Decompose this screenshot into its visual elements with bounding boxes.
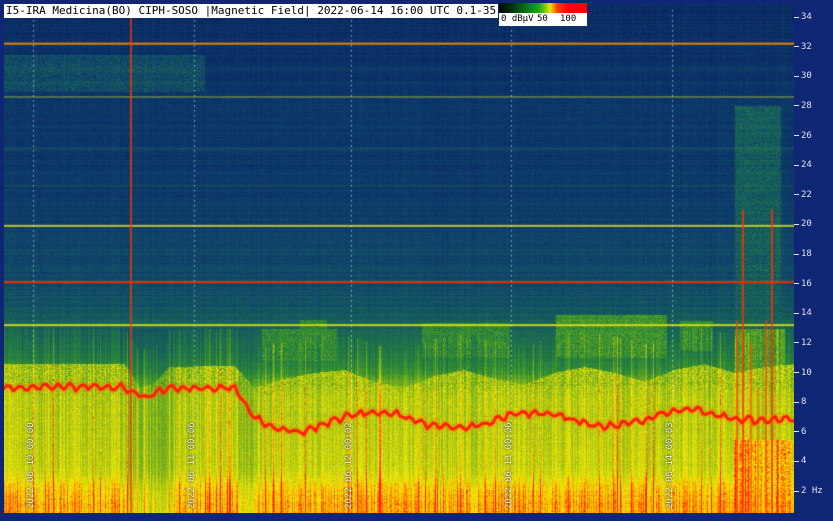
tick-mark-icon xyxy=(794,342,799,343)
tick-mark-icon xyxy=(794,105,799,106)
tick-mark-icon xyxy=(794,283,799,284)
tick-mark-icon xyxy=(794,76,799,77)
freq-tick-6: 6 xyxy=(794,427,806,437)
freq-tick-16: 16 xyxy=(794,279,812,289)
tick-mark-icon xyxy=(794,491,799,492)
freq-tick-34: 34 xyxy=(794,12,812,22)
colorbar-label-min: 0 dBµV xyxy=(501,13,534,26)
tick-mark-icon xyxy=(794,313,799,314)
freq-tick-24: 24 xyxy=(794,160,812,170)
spectrogram-page: 2022-06-10 00:002022-06-11 00:062022-06-… xyxy=(0,0,833,521)
freq-tick-label: 10 xyxy=(801,368,812,378)
freq-tick-label: 14 xyxy=(801,308,812,318)
freq-tick-label: 34 xyxy=(801,12,812,22)
freq-tick-14: 14 xyxy=(794,308,812,318)
freq-tick-26: 26 xyxy=(794,131,812,141)
spectrogram-canvas xyxy=(4,4,794,513)
tick-mark-icon xyxy=(794,224,799,225)
title-bar: I5-IRA Medicina(BO) CIPH-SOSO |Magnetic … xyxy=(4,4,498,18)
freq-tick-28: 28 xyxy=(794,101,812,111)
freq-tick-label: 24 xyxy=(801,160,812,170)
freq-tick-4: 4 xyxy=(794,456,806,466)
freq-tick-10: 10 xyxy=(794,368,812,378)
freq-tick-label: 12 xyxy=(801,338,812,348)
freq-tick-label: 6 xyxy=(801,427,806,437)
freq-tick-label: 2 Hz xyxy=(801,486,823,496)
tick-mark-icon xyxy=(794,402,799,403)
tick-mark-icon xyxy=(794,372,799,373)
tick-mark-icon xyxy=(794,194,799,195)
freq-tick-18: 18 xyxy=(794,249,812,259)
freq-tick-label: 32 xyxy=(801,42,812,52)
freq-tick-label: 8 xyxy=(801,397,806,407)
freq-tick-label: 26 xyxy=(801,131,812,141)
freq-tick-2: 2 Hz xyxy=(794,486,823,496)
freq-tick-label: 28 xyxy=(801,101,812,111)
colorbar-label-max: 100 xyxy=(560,13,576,26)
freq-tick-label: 4 xyxy=(801,456,806,466)
freq-tick-20: 20 xyxy=(794,219,812,229)
freq-tick-label: 30 xyxy=(801,71,812,81)
freq-tick-8: 8 xyxy=(794,397,806,407)
freq-tick-32: 32 xyxy=(794,42,812,52)
tick-mark-icon xyxy=(794,46,799,47)
colorbar: 0 dBµV 50 100 xyxy=(499,3,587,26)
page-title: I5-IRA Medicina(BO) CIPH-SOSO |Magnetic … xyxy=(6,4,496,17)
freq-tick-12: 12 xyxy=(794,338,812,348)
freq-tick-label: 18 xyxy=(801,249,812,259)
colorbar-labels: 0 dBµV 50 100 xyxy=(499,13,587,26)
freq-tick-22: 22 xyxy=(794,190,812,200)
tick-mark-icon xyxy=(794,254,799,255)
colorbar-label-mid: 50 xyxy=(537,13,548,26)
freq-tick-30: 30 xyxy=(794,71,812,81)
tick-mark-icon xyxy=(794,431,799,432)
tick-mark-icon xyxy=(794,135,799,136)
tick-mark-icon xyxy=(794,461,799,462)
tick-mark-icon xyxy=(794,17,799,18)
freq-tick-label: 22 xyxy=(801,190,812,200)
frequency-axis: 34 32 30 28 26 24 22 20 18 16 14 12 10 8 6 4 2 Hz xyxy=(794,0,833,521)
tick-mark-icon xyxy=(794,165,799,166)
freq-tick-label: 16 xyxy=(801,279,812,289)
colorbar-gradient xyxy=(499,3,587,13)
freq-tick-label: 20 xyxy=(801,219,812,229)
